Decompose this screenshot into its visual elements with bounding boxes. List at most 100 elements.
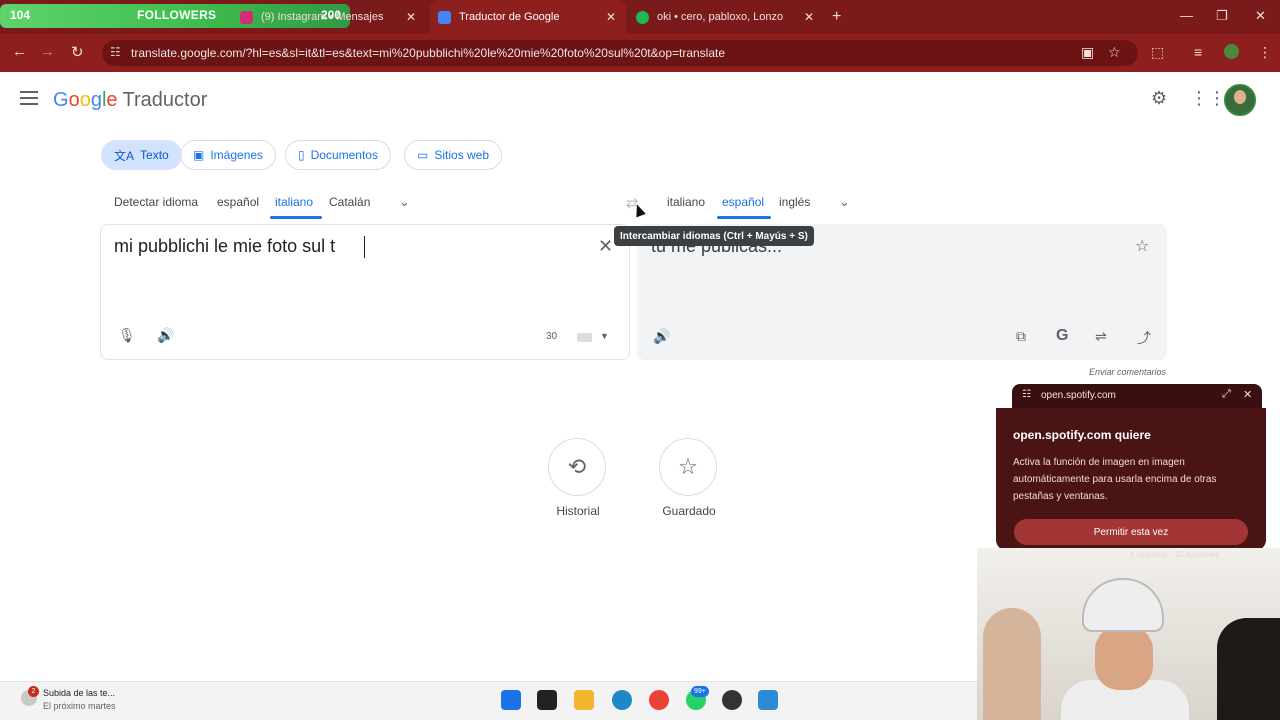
follower-count: 104	[10, 8, 31, 22]
history-button[interactable]: ⟲	[548, 438, 606, 496]
photos-icon[interactable]	[758, 690, 778, 710]
translate-icon	[438, 10, 451, 24]
spotify-icon	[636, 10, 649, 24]
target-lang-more-chevron-icon[interactable]: ⌄	[839, 194, 850, 210]
close-tab-icon[interactable]: ✕	[406, 10, 416, 24]
target-lang-spanish[interactable]: español	[722, 195, 764, 209]
mode-label: Texto	[140, 148, 169, 162]
reload-icon[interactable]: ↻	[71, 43, 84, 61]
popup-heading: open.spotify.com quiere	[1013, 428, 1151, 442]
share-translation-icon[interactable]: ⤴	[1137, 328, 1151, 348]
settings-gear-icon[interactable]: ⚙	[1151, 88, 1167, 109]
close-popup-icon[interactable]: ✕	[1243, 388, 1252, 401]
popup-domain: open.spotify.com	[1041, 390, 1116, 401]
site-settings-icon[interactable]: ☷	[1022, 389, 1031, 400]
mouse-cursor	[632, 202, 646, 218]
text-caret	[364, 236, 365, 258]
task-view-icon[interactable]	[537, 690, 557, 710]
keyboard-icon[interactable]	[577, 333, 592, 342]
notification-subtitle: El próximo martes	[43, 701, 116, 711]
tab-title: Traductor de Google	[459, 11, 560, 23]
product-name: Traductor	[122, 89, 208, 111]
saved-label: Guardado	[662, 504, 716, 518]
active-source-indicator	[270, 216, 322, 219]
tab-google-translate[interactable]: Traductor de Google ✕	[430, 0, 626, 34]
address-bar[interactable]: ☷ translate.google.com/?hl=es&sl=it&tl=e…	[102, 40, 1138, 66]
popup-body: Activa la función de imagen en imagen au…	[1013, 457, 1217, 502]
rate-translation-icon[interactable]: ⇌	[1095, 328, 1107, 345]
google-translate-logo[interactable]: Google Traductor	[53, 89, 207, 112]
site-info-icon[interactable]: ☷	[110, 45, 121, 59]
listen-source-speaker-icon[interactable]: 🔊	[157, 327, 174, 344]
minimize-icon[interactable]: —	[1180, 8, 1193, 23]
maximize-icon[interactable]: ❐	[1216, 8, 1228, 24]
character-count: 30	[546, 331, 558, 342]
source-lang-more-chevron-icon[interactable]: ⌄	[399, 194, 410, 210]
whatsapp-badge: 99+	[691, 686, 709, 697]
tab-instagram[interactable]: (9) Instagram • Mensajes ✕	[236, 0, 426, 34]
forward-icon[interactable]: →	[40, 43, 55, 60]
file-explorer-icon[interactable]	[574, 690, 594, 710]
back-icon[interactable]: ←	[12, 43, 27, 60]
keyboard-dropdown-icon[interactable]: ▼	[600, 331, 609, 341]
close-tab-icon[interactable]: ✕	[804, 10, 814, 24]
instagram-icon	[240, 10, 253, 24]
install-app-icon[interactable]: ▣	[1081, 44, 1094, 61]
saved-button[interactable]: ☆	[659, 438, 717, 496]
swap-languages-tooltip: Intercambiar idiomas (Ctrl + Mayús + S)	[614, 226, 814, 246]
mode-websites-button[interactable]: ▭ Sitios web	[404, 140, 503, 170]
windows-taskbar	[0, 681, 977, 720]
chrome-icon[interactable]	[649, 690, 669, 710]
tab-spotify[interactable]: oki • cero, pabloxo, Lonzo ✕	[628, 0, 824, 34]
translate-icon: 文A	[114, 148, 135, 163]
mode-label: Sitios web	[434, 148, 490, 162]
save-translation-star-icon[interactable]: ☆	[1135, 236, 1149, 256]
expand-icon[interactable]: ⤢	[1222, 388, 1231, 401]
star-icon: ☆	[678, 454, 698, 479]
close-tab-icon[interactable]: ✕	[606, 10, 616, 24]
account-avatar[interactable]	[1224, 84, 1256, 116]
webcam-overlay	[977, 548, 1280, 720]
source-lang-catalan[interactable]: Catalán	[329, 195, 370, 209]
source-text-input[interactable]: mi pubblichi le mie foto sul t	[114, 236, 335, 257]
profile-icon[interactable]	[1224, 44, 1239, 59]
listen-translation-speaker-icon[interactable]: 🔊	[653, 328, 670, 345]
tab-title: (9) Instagram • Mensajes	[261, 11, 384, 23]
new-tab-icon[interactable]: +	[832, 8, 841, 26]
active-target-indicator	[717, 216, 771, 219]
copy-translation-icon[interactable]: ⧉	[1016, 328, 1026, 345]
target-lang-italian[interactable]: italiano	[667, 195, 705, 209]
windows-start-icon[interactable]	[501, 690, 521, 710]
media-control-icon[interactable]: ≡	[1194, 44, 1202, 60]
image-icon: ▣	[193, 148, 205, 162]
send-feedback-link[interactable]: Enviar comentarios	[1089, 367, 1166, 377]
edge-icon[interactable]	[612, 690, 632, 710]
clear-source-icon[interactable]: ✕	[598, 236, 613, 257]
source-lang-detect[interactable]: Detectar idioma	[114, 195, 198, 209]
history-icon: ⟲	[567, 454, 587, 479]
source-lang-italian[interactable]: italiano	[275, 195, 313, 209]
browser-menu-icon[interactable]: ⋮	[1258, 44, 1272, 61]
mode-images-button[interactable]: ▣ Imágenes	[180, 140, 277, 170]
popup-titlebar: ☷ open.spotify.com ⤢ ✕	[1012, 384, 1262, 408]
mode-text-button[interactable]: 文A Texto	[101, 140, 182, 170]
window-close-icon[interactable]: ✕	[1255, 8, 1266, 24]
source-lang-spanish[interactable]: español	[217, 195, 259, 209]
extensions-icon[interactable]: ⬚	[1151, 44, 1164, 61]
apps-grid-icon[interactable]: ⋮⋮	[1190, 88, 1226, 109]
mode-documents-button[interactable]: ▯ Documentos	[285, 140, 391, 170]
notification-title[interactable]: Subida de las te...	[43, 688, 115, 698]
bookmark-star-icon[interactable]: ☆	[1108, 44, 1121, 61]
website-icon: ▭	[417, 148, 429, 162]
url-text: translate.google.com/?hl=es&sl=it&tl=es&…	[131, 46, 726, 60]
allow-once-button[interactable]: Permitir esta vez	[1014, 519, 1248, 545]
target-lang-english[interactable]: inglés	[779, 195, 810, 209]
microphone-icon[interactable]: 🎙	[118, 327, 136, 344]
tab-title: oki • cero, pabloxo, Lonzo	[657, 11, 784, 23]
main-menu-icon[interactable]	[20, 91, 38, 105]
google-search-icon[interactable]: G	[1056, 327, 1068, 345]
mode-label: Imágenes	[210, 148, 264, 162]
notification-badge: 2	[28, 686, 39, 697]
obs-icon[interactable]	[722, 690, 742, 710]
stream-status-text: 1 seguidor - 10 lecciones	[1130, 550, 1219, 559]
